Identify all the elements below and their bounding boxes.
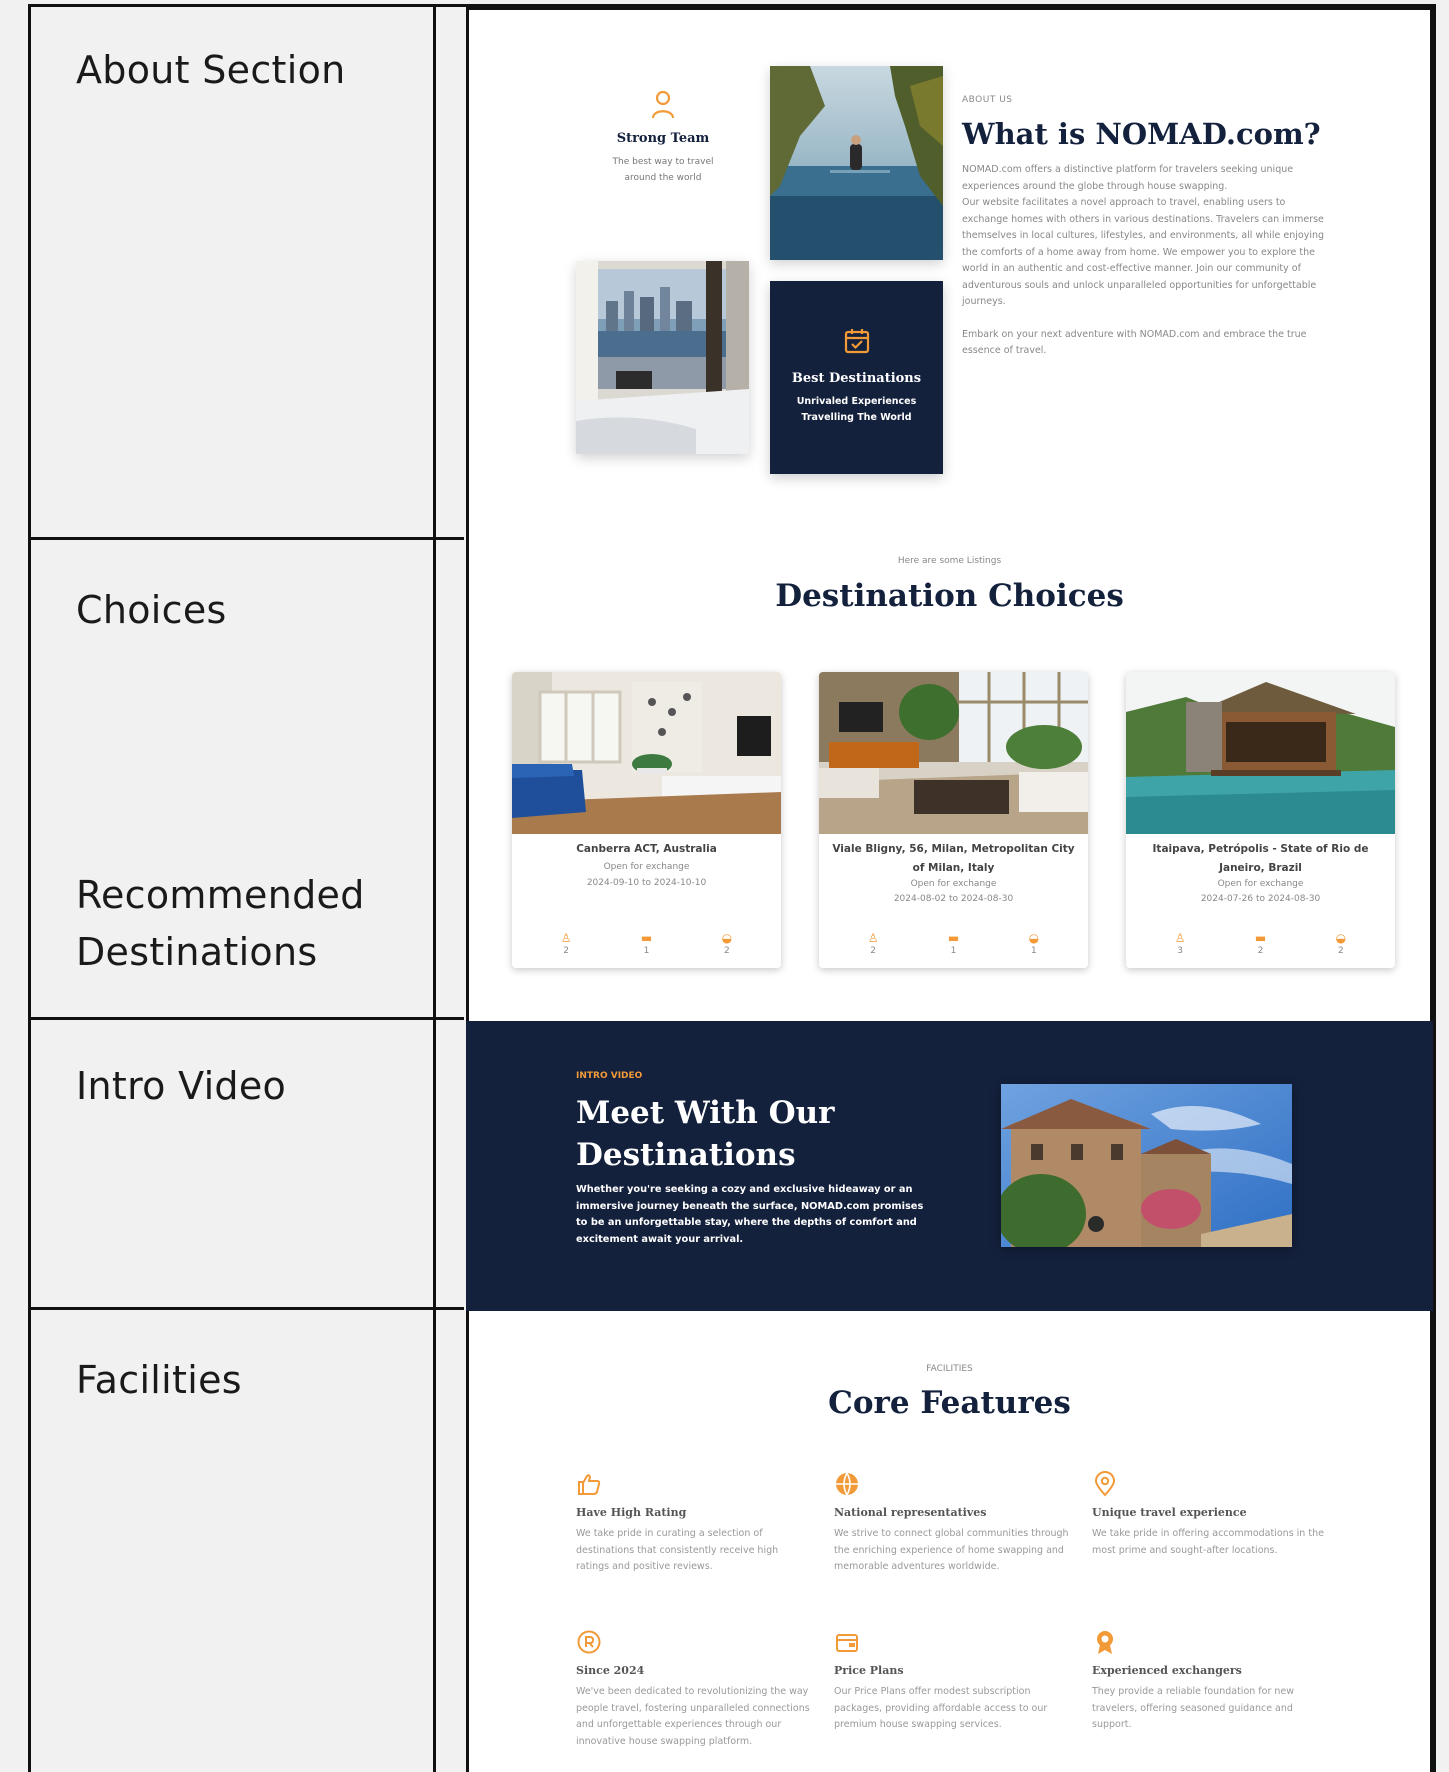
feature-name: Price Plans: [834, 1664, 904, 1677]
listing-card[interactable]: Itaipava, Petrópolis - State of Rio de J…: [1126, 672, 1395, 968]
beds-stat: ▬ 1: [626, 930, 666, 956]
listing-photo: [512, 672, 781, 834]
feature-item: Experienced exchangers They provide a re…: [1092, 1629, 1327, 1734]
about-text-block: ABOUT US What is NOMAD.com? NOMAD.com of…: [962, 95, 1332, 360]
feature-desc: Our Price Plans offer modest subscriptio…: [834, 1686, 1048, 1730]
feature-item: Price Plans Our Price Plans offer modest…: [834, 1629, 1069, 1734]
listing-title: Viale Bligny, 56, Milan, Metropolitan Ci…: [832, 843, 1075, 874]
feature-item: National representatives We strive to co…: [834, 1471, 1069, 1576]
strong-team-title: Strong Team: [616, 131, 710, 146]
user-icon: ♙: [560, 931, 572, 945]
wallet-icon: [834, 1629, 860, 1655]
listing-title: Canberra ACT, Australia: [576, 843, 717, 855]
strong-team-text-2: around the world: [624, 173, 702, 183]
about-paragraph-1: NOMAD.com offers a distinctive platform …: [962, 164, 1294, 192]
feature-desc: We strive to connect global communities …: [834, 1528, 1069, 1572]
feature-name: National representatives: [834, 1506, 987, 1519]
best-destinations-title: Best Destinations: [791, 371, 922, 386]
feature-name: Unique travel experience: [1092, 1506, 1247, 1519]
label-about-section: About Section: [76, 48, 346, 92]
listing-card[interactable]: Viale Bligny, 56, Milan, Metropolitan Ci…: [819, 672, 1088, 968]
listing-status: Open for exchange: [1217, 879, 1304, 889]
facilities-eyebrow: FACILITIES: [926, 1364, 973, 1374]
feature-name: Have High Rating: [576, 1506, 687, 1519]
guests-stat: ♙ 2: [546, 930, 586, 956]
baths-stat: ◒ 2: [707, 930, 747, 956]
bed-icon: ▬: [947, 931, 960, 945]
row-divider: [28, 537, 464, 540]
intro-text: Whether you're seeking a cozy and exclus…: [576, 1184, 924, 1245]
feature-item: Have High Rating We take pride in curati…: [576, 1471, 811, 1576]
about-heading: What is NOMAD.com?: [962, 117, 1321, 151]
user-icon: ♙: [1174, 931, 1186, 945]
feature-item: Unique travel experience We take pride i…: [1092, 1471, 1327, 1559]
choices-heading: Destination Choices: [775, 578, 1124, 614]
globe-icon: [834, 1471, 860, 1497]
label-choices: Choices: [76, 588, 227, 632]
label-intro-video: Intro Video: [76, 1064, 287, 1108]
listing-card[interactable]: Canberra ACT, Australia Open for exchang…: [512, 672, 781, 968]
best-destinations-card: Best Destinations Unrivaled Experiences …: [770, 281, 943, 474]
feature-desc: We take pride in offering accommodations…: [1092, 1528, 1324, 1556]
bath-icon: ◒: [721, 931, 733, 945]
guests-stat: ♙ 2: [853, 930, 893, 956]
intro-video-thumbnail[interactable]: [1001, 1084, 1292, 1247]
about-eyebrow: ABOUT US: [962, 95, 1013, 105]
user-icon: ♙: [867, 931, 879, 945]
label-facilities: Facilities: [76, 1358, 242, 1402]
bath-icon: ◒: [1335, 931, 1347, 945]
hotel-room-photo: [576, 261, 749, 454]
row-divider: [28, 1017, 464, 1020]
listing-photo: [1126, 672, 1395, 834]
column-divider: [433, 4, 436, 1772]
user-icon: [651, 89, 675, 119]
best-destinations-text: Unrivaled Experiences: [796, 396, 917, 407]
strong-team-text: The best way to travel: [612, 157, 714, 167]
about-paragraph-2: Our website facilitates a novel approach…: [962, 197, 1325, 307]
baths-stat: ◒ 2: [1321, 930, 1361, 956]
calendar-icon: [843, 327, 871, 355]
infinity-pool-photo: [770, 66, 943, 260]
feature-desc: We've been dedicated to revolutionizing …: [576, 1686, 810, 1747]
listing-photo: [819, 672, 1088, 834]
thumbs-up-icon: [576, 1471, 602, 1497]
intro-heading: Meet With Our Destinations: [576, 1095, 835, 1173]
listing-dates: 2024-08-02 to 2024-08-30: [893, 894, 1014, 904]
guests-stat: ♙ 3: [1160, 930, 1200, 956]
feature-desc: We take pride in curating a selection of…: [576, 1528, 779, 1572]
map-pin-icon: [1092, 1471, 1118, 1497]
choices-eyebrow: Here are some Listings: [897, 556, 1002, 566]
bath-icon: ◒: [1028, 931, 1040, 945]
about-paragraph-3: Embark on your next adventure with NOMAD…: [962, 328, 1307, 357]
listing-title: Itaipava, Petrópolis - State of Rio de J…: [1152, 843, 1369, 874]
best-destinations-text-2: Travelling The World: [801, 412, 912, 423]
beds-stat: ▬ 1: [933, 930, 973, 956]
strong-team-card: Strong Team The best way to travel aroun…: [577, 65, 749, 215]
listing-status: Open for exchange: [603, 862, 690, 872]
intro-eyebrow: INTRO VIDEO: [576, 1071, 643, 1081]
registered-icon: [576, 1629, 602, 1655]
feature-name: Since 2024: [576, 1664, 645, 1677]
bed-icon: ▬: [1254, 931, 1267, 945]
listing-dates: 2024-07-26 to 2024-08-30: [1200, 894, 1321, 904]
row-divider: [28, 1307, 464, 1310]
label-recommended-destinations: Recommended Destinations: [76, 873, 365, 974]
award-icon: [1092, 1629, 1118, 1655]
feature-name: Experienced exchangers: [1092, 1664, 1242, 1677]
bed-icon: ▬: [640, 931, 653, 945]
listing-status: Open for exchange: [910, 879, 997, 889]
feature-item: Since 2024 We've been dedicated to revol…: [576, 1629, 811, 1750]
feature-desc: They provide a reliable foundation for n…: [1092, 1686, 1295, 1730]
listing-dates: 2024-09-10 to 2024-10-10: [586, 878, 707, 888]
beds-stat: ▬ 2: [1240, 930, 1280, 956]
facilities-heading: Core Features: [828, 1385, 1071, 1421]
baths-stat: ◒ 1: [1014, 930, 1054, 956]
